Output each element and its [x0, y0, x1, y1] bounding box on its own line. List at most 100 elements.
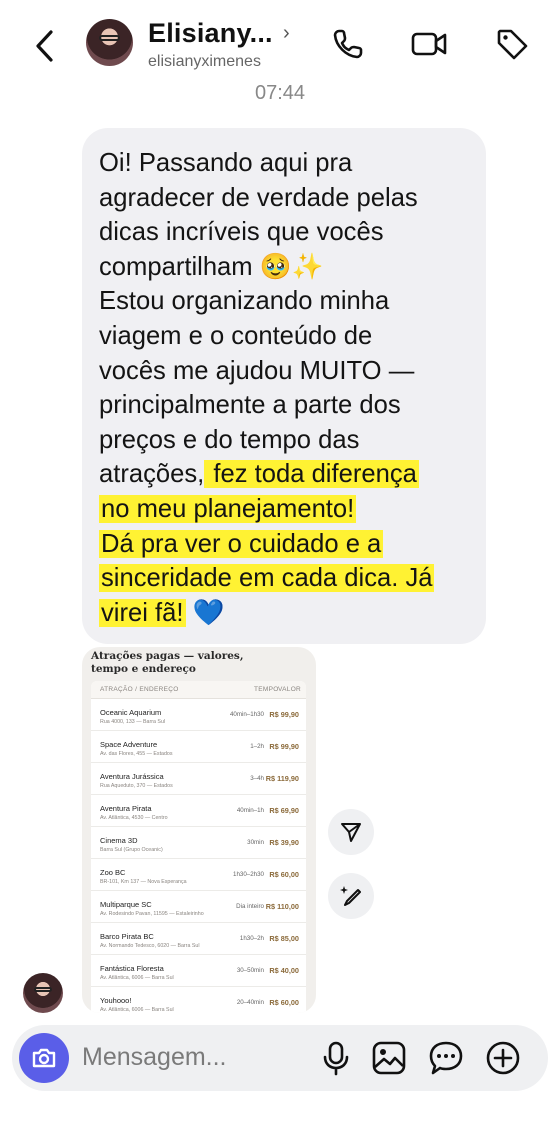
- attraction-name: Oceanic Aquarium: [100, 708, 162, 717]
- microphone-icon[interactable]: [318, 1040, 354, 1076]
- message-line: Estou organizando minha: [99, 287, 390, 316]
- chevron-right-icon[interactable]: ›: [283, 22, 290, 45]
- table-row: Fantástica Floresta Av. Atlântica, 6006 —…: [91, 955, 306, 987]
- blue-heart-emoji: 💙: [185, 598, 225, 627]
- attraction-time: Dia inteiro: [236, 903, 264, 910]
- camera-icon: [32, 1048, 56, 1068]
- attraction-name: Fantástica Floresta: [100, 964, 164, 973]
- table-row: Cinema 3D Barra Sul (Grupo Oceanic) 30min R…: [91, 827, 306, 859]
- tag-icon[interactable]: [494, 26, 530, 62]
- message-timestamp: 07:44: [254, 82, 306, 104]
- share-icon: [341, 823, 361, 842]
- add-icon[interactable]: [485, 1040, 521, 1076]
- attraction-price: R$ 69,90: [269, 806, 299, 815]
- back-arrow-icon[interactable]: [30, 26, 60, 66]
- attraction-price: R$ 99,90: [269, 710, 299, 719]
- contact-handle[interactable]: elisianyximenes: [148, 53, 261, 71]
- attraction-price: R$ 99,90: [269, 742, 299, 751]
- ai-edit-icon: [340, 886, 361, 906]
- table-row: Zoo BC BR-101, Km 137 — Nova Esperança 1h3…: [91, 859, 306, 891]
- message-line: principalmente a parte dos: [99, 391, 401, 420]
- attraction-name: Youhooo!: [100, 996, 132, 1005]
- camera-button[interactable]: [19, 1033, 69, 1083]
- table-row: Barco Pirata BC Av. Normando Tedesco, 602…: [91, 923, 306, 955]
- gallery-icon[interactable]: [371, 1040, 407, 1076]
- message-line: virei fã! 💙: [99, 596, 468, 631]
- share-button[interactable]: [328, 809, 374, 855]
- table-row: Aventura Jurássica Rua Aqueduto, 370 — Es…: [91, 763, 306, 795]
- column-header-time: TEMPO: [254, 686, 279, 693]
- column-header-price: VALOR: [278, 686, 302, 693]
- attraction-price: R$ 119,90: [265, 774, 299, 783]
- video-icon[interactable]: [410, 26, 448, 62]
- attraction-address: Av. Atlântica, 4530 — Centro: [100, 815, 168, 821]
- message-input[interactable]: [82, 1039, 312, 1075]
- table-row: Multiparque SC Av. Rodesindo Pavan, 11595…: [91, 891, 306, 923]
- message-line: dicas incríveis que vocês: [99, 218, 384, 247]
- highlighted-text: virei fã!: [99, 598, 186, 627]
- sticker-icon[interactable]: [428, 1040, 464, 1076]
- highlighted-text: Dá pra ver o cuidado e a: [99, 529, 384, 558]
- message-line: viagem e o conteúdo de: [99, 321, 373, 350]
- message-line: Dá pra ver o cuidado e a: [99, 527, 468, 562]
- attraction-price: R$ 39,90: [269, 838, 299, 847]
- message-line: agradecer de verdade pelas: [99, 183, 418, 212]
- attraction-address: Av. Atlântica, 6006 — Barra Sul: [100, 975, 174, 981]
- attraction-time: 1h30–2h30: [233, 871, 264, 878]
- attraction-name: Aventura Jurássica: [100, 772, 164, 781]
- attraction-name: Cinema 3D: [100, 836, 138, 845]
- attraction-price: R$ 85,00: [269, 934, 299, 943]
- attraction-address: Rua 4000, 133 — Barra Sul: [100, 719, 166, 725]
- attraction-time: 3–4h: [250, 775, 264, 782]
- table-row: Space Adventure Av. das Flores, 455 — Est…: [91, 731, 306, 763]
- contact-name[interactable]: Elisiany...: [148, 18, 273, 49]
- attractions-table: ATRAÇÃO / ENDEREÇO TEMPO VALOR Oceanic A…: [91, 681, 306, 1013]
- chat-header: Elisiany... › elisianyximenes: [0, 0, 560, 84]
- message-composer: [12, 1025, 548, 1091]
- attraction-time: 40min–1h: [236, 807, 264, 814]
- phone-icon[interactable]: [330, 26, 366, 62]
- ai-edit-button[interactable]: [328, 873, 374, 919]
- contact-avatar[interactable]: [86, 19, 133, 66]
- message-line: Oi! Passando aqui pra: [99, 149, 353, 177]
- attraction-time: 30–50min: [236, 967, 264, 974]
- attraction-time: 20–40min: [236, 999, 264, 1006]
- message-line: preços e do tempo das: [99, 425, 360, 454]
- attraction-time: 30min: [247, 839, 264, 846]
- highlighted-text: fez toda diferença: [204, 460, 419, 489]
- attraction-address: BR-101, Km 137 — Nova Esperança: [100, 879, 187, 885]
- attraction-name: Aventura Pirata: [100, 804, 152, 813]
- attraction-price: R$ 110,00: [265, 902, 299, 911]
- attraction-time: 40min–1h30: [229, 711, 264, 718]
- attachment-title: Atrações pagas — valores, tempo e endere…: [91, 650, 244, 675]
- sender-avatar[interactable]: [23, 973, 63, 1013]
- attraction-price: R$ 60,00: [269, 870, 299, 879]
- attraction-name: Multiparque SC: [100, 900, 152, 909]
- attraction-price: R$ 60,00: [269, 998, 299, 1007]
- attraction-address: Barra Sul (Grupo Oceanic): [100, 847, 163, 853]
- message-line: sinceridade em cada dica. Já: [99, 561, 468, 596]
- image-attachment[interactable]: Atrações pagas — valores, tempo e endere…: [82, 647, 316, 1013]
- attraction-address: Rua Aqueduto, 370 — Estados: [100, 783, 173, 789]
- message-line: compartilham 🥹✨: [99, 252, 324, 281]
- attraction-address: Av. Rodesindo Pavan, 11595 — Estaleirinh…: [100, 911, 204, 917]
- message-line: atrações, fez toda diferença: [99, 460, 419, 489]
- attraction-price: R$ 40,00: [269, 966, 299, 975]
- highlighted-text: no meu planejamento!: [99, 494, 357, 523]
- table-row: Aventura Pirata Av. Atlântica, 4530 — Cen…: [91, 795, 306, 827]
- table-header: ATRAÇÃO / ENDEREÇO TEMPO VALOR: [91, 681, 306, 699]
- message-bubble[interactable]: Oi! Passando aqui pra agradecer de verda…: [82, 128, 486, 644]
- column-header-name: ATRAÇÃO / ENDEREÇO: [100, 686, 179, 693]
- attraction-name: Space Adventure: [100, 740, 158, 749]
- attraction-address: Av. Normando Tedesco, 6020 — Barra Sul: [100, 943, 200, 949]
- attraction-address: Av. Atlântica, 6006 — Barra Sul: [100, 1007, 174, 1013]
- attraction-time: 1h30–2h: [239, 935, 264, 942]
- message-line: vocês me ajudou MUITO —: [99, 356, 415, 385]
- attraction-time: 1–2h: [250, 743, 264, 750]
- table-row: Oceanic Aquarium Rua 4000, 133 — Barra Su…: [91, 699, 306, 731]
- highlighted-text: sinceridade em cada dica. Já: [99, 564, 435, 593]
- attraction-name: Barco Pirata BC: [100, 932, 154, 941]
- attraction-address: Av. das Flores, 455 — Estados: [100, 751, 173, 757]
- message-line: no meu planejamento!: [99, 492, 468, 527]
- table-row: Youhooo! Av. Atlântica, 6006 — Barra Sul 2…: [91, 987, 306, 1013]
